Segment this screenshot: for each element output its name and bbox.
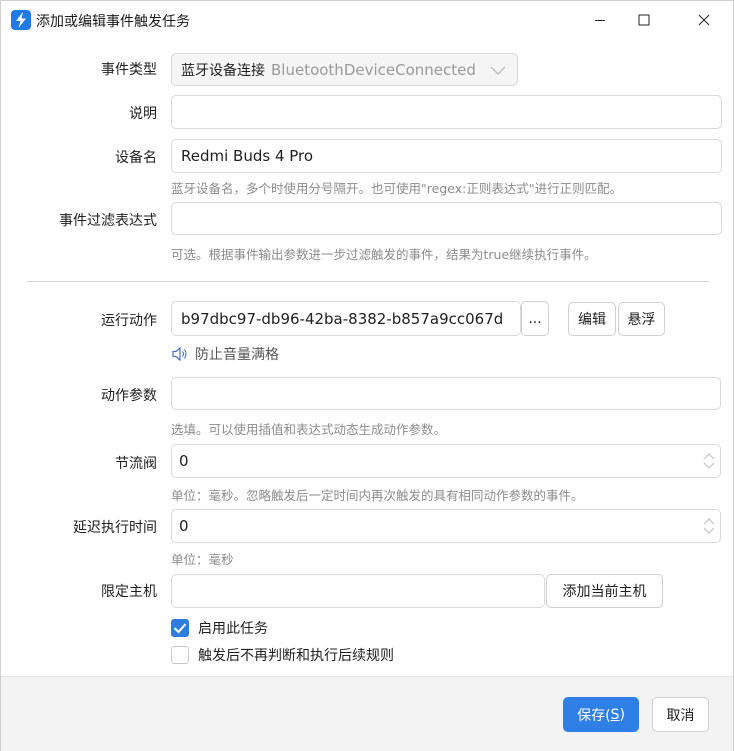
checkmark-icon xyxy=(173,623,187,634)
host-input[interactable] xyxy=(171,574,545,608)
edit-action-button[interactable]: 编辑 xyxy=(568,302,616,336)
delay-input[interactable]: 0 xyxy=(171,509,721,543)
maximize-button[interactable] xyxy=(621,1,667,39)
save-shortcut-key: S xyxy=(610,706,620,723)
action-id-input[interactable]: b97dbc97-db96-42ba-8382-b857a9cc067d xyxy=(171,301,521,336)
title-bar[interactable]: 添加或编辑事件触发任务 xyxy=(1,1,733,39)
description-input[interactable] xyxy=(171,95,722,129)
device-name-input[interactable]: Redmi Buds 4 Pro xyxy=(171,139,722,173)
chevron-down-icon xyxy=(490,66,506,75)
save-label-text: 保存( xyxy=(577,707,611,724)
action-params-label: 动作参数 xyxy=(101,388,157,404)
float-action-button[interactable]: 悬浮 xyxy=(618,302,665,336)
event-type-label: 事件类型 xyxy=(101,62,157,78)
filter-expression-hint: 可选。根据事件输出参数进一步过滤触发的事件，结果为true继续执行事件。 xyxy=(171,247,597,262)
add-current-host-button[interactable]: 添加当前主机 xyxy=(546,574,663,608)
speaker-icon xyxy=(172,346,187,362)
event-type-select[interactable]: 蓝牙设备连接 BluetoothDeviceConnected xyxy=(171,53,518,86)
cancel-button[interactable]: 取消 xyxy=(652,697,709,732)
browse-action-button[interactable]: ... xyxy=(521,301,549,336)
stop-after-checkbox[interactable] xyxy=(171,646,189,664)
maximize-icon xyxy=(638,14,650,26)
stepper-arrows-icon[interactable] xyxy=(702,451,716,471)
action-name-row: 防止音量满格 xyxy=(171,344,279,364)
save-button[interactable]: 保存(S) xyxy=(563,697,639,732)
host-label: 限定主机 xyxy=(101,584,157,600)
event-type-value-en: BluetoothDeviceConnected xyxy=(271,60,476,79)
event-type-value: 蓝牙设备连接 xyxy=(181,62,265,79)
stepper-arrows-icon[interactable] xyxy=(702,516,716,536)
minimize-button[interactable] xyxy=(577,1,623,39)
stop-after-label: 触发后不再判断和执行后续规则 xyxy=(198,648,394,664)
save-label-close: ) xyxy=(619,706,625,723)
description-label: 说明 xyxy=(129,106,157,122)
window-title: 添加或编辑事件触发任务 xyxy=(36,14,190,30)
app-lightning-icon xyxy=(11,10,31,30)
throttle-value: 0 xyxy=(179,452,189,470)
close-icon xyxy=(698,14,710,26)
throttle-input[interactable]: 0 xyxy=(171,444,721,478)
enable-task-checkbox-row[interactable]: 启用此任务 xyxy=(171,618,268,638)
section-divider xyxy=(27,281,709,282)
throttle-hint: 单位：毫秒。忽略触发后一定时间内再次触发的具有相同动作参数的事件。 xyxy=(171,488,584,503)
enable-task-label: 启用此任务 xyxy=(198,621,268,637)
filter-expression-input[interactable] xyxy=(171,202,722,235)
enable-task-checkbox[interactable] xyxy=(171,619,189,637)
action-params-hint: 选填。可以使用插值和表达式动态生成动作参数。 xyxy=(171,422,447,437)
stop-after-checkbox-row[interactable]: 触发后不再判断和执行后续规则 xyxy=(171,645,394,665)
device-name-hint: 蓝牙设备名，多个时使用分号隔开。也可使用"regex:正则表达式"进行正则匹配。 xyxy=(171,181,623,196)
close-button[interactable] xyxy=(681,1,727,39)
delay-label: 延迟执行时间 xyxy=(73,520,157,536)
action-name-text: 防止音量满格 xyxy=(195,347,279,363)
action-params-input[interactable] xyxy=(171,377,721,410)
dialog-window: 添加或编辑事件触发任务 事件类型 蓝牙设备连接 BluetoothDeviceC… xyxy=(0,0,734,751)
device-name-label: 设备名 xyxy=(115,150,157,166)
delay-hint: 单位：毫秒 xyxy=(171,552,234,567)
throttle-label: 节流阀 xyxy=(115,456,157,472)
dialog-footer: 保存(S) 取消 xyxy=(1,676,733,751)
run-action-label: 运行动作 xyxy=(101,313,157,329)
delay-value: 0 xyxy=(179,517,189,535)
minimize-icon xyxy=(595,20,605,21)
filter-expression-label: 事件过滤表达式 xyxy=(59,213,157,229)
